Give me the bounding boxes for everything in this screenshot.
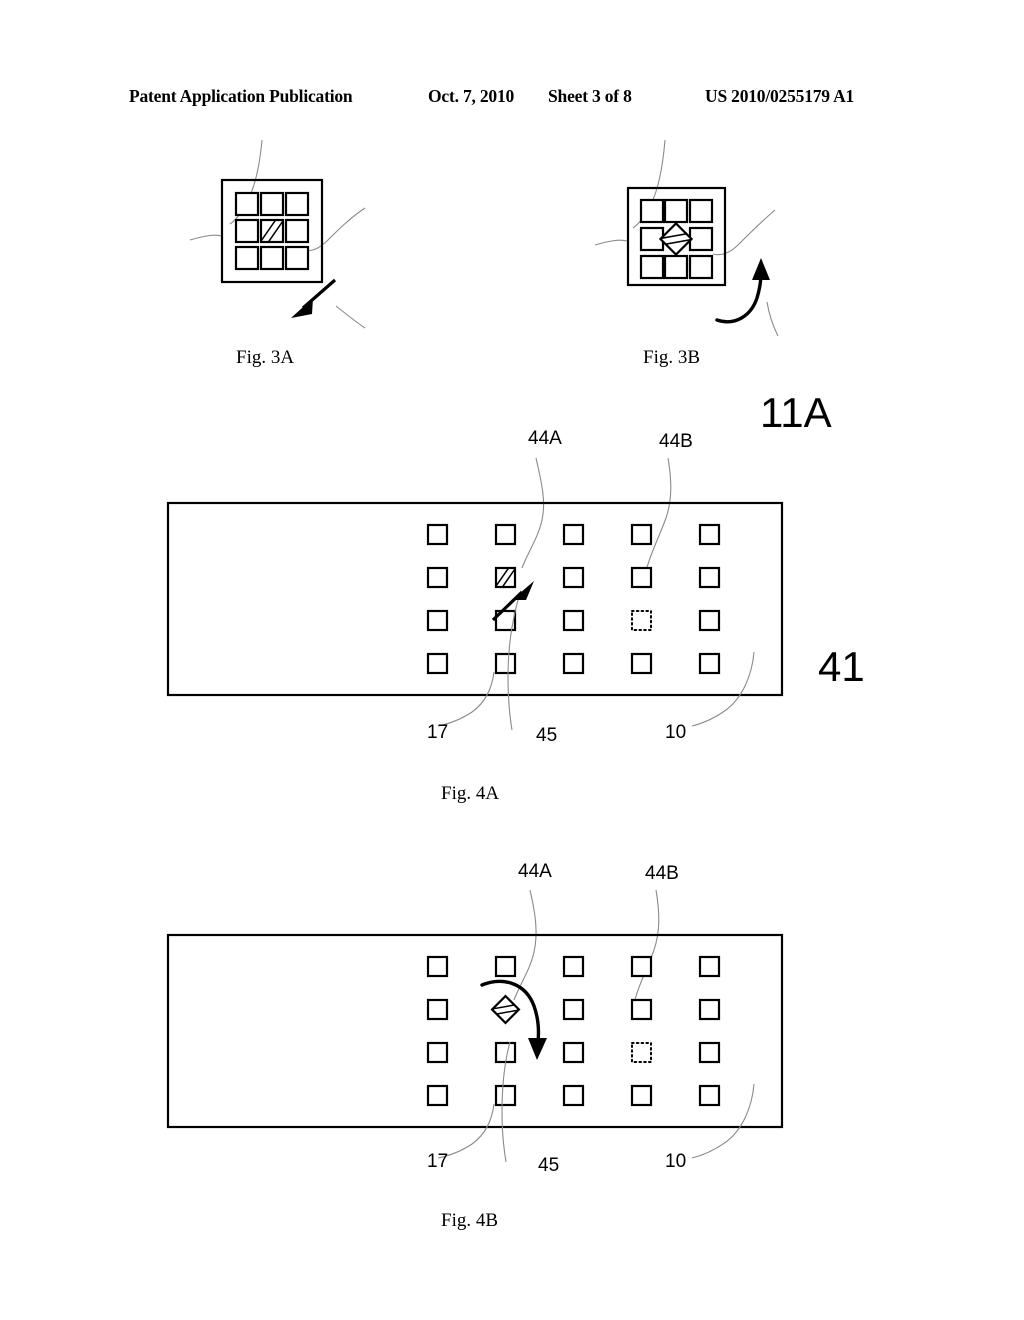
figure-4a-label-41: 41 <box>818 643 865 690</box>
fig3b-highlight-cell <box>658 221 694 257</box>
figure-4a-caption: Fig. 4A <box>441 783 500 804</box>
sheet-reference-11a: 11A <box>760 389 832 436</box>
sheet-header: Patent Application Publication Oct. 7, 2… <box>0 86 1024 112</box>
fig3a-arrow <box>291 278 337 318</box>
figure-4a-label-10: 10 <box>665 722 687 743</box>
figure-3b-caption: Fig. 3B <box>643 347 701 368</box>
figure-4a-vacant-cell <box>631 610 652 631</box>
figure-4a-label-45: 45 <box>536 725 558 746</box>
fig3a-highlight-cell <box>259 218 285 244</box>
header-sheet-number: Sheet 3 of 8 <box>548 86 632 106</box>
figure-3a-drawing <box>189 139 366 329</box>
figure-4a-label-17: 17 <box>427 722 449 743</box>
figure-4b-drawing <box>166 889 784 1163</box>
figure-3b-drawing <box>594 139 779 337</box>
patent-drawing-sheet: Patent Application Publication Oct. 7, 2… <box>0 0 1024 1320</box>
figure-4a-highlight-cell <box>494 566 517 589</box>
figure-4b-caption: Fig. 4B <box>441 1210 499 1231</box>
figure-4b-highlight-cell <box>490 994 521 1025</box>
figure-4b-label-10: 10 <box>665 1151 687 1172</box>
figure-3a-caption: Fig. 3A <box>236 347 295 368</box>
figure-4a-drawing <box>166 457 784 731</box>
figure-4b-label-17: 17 <box>427 1151 449 1172</box>
header-publication-title: Patent Application Publication <box>129 86 353 106</box>
figure-4b-label-45: 45 <box>538 1155 560 1176</box>
figure-4b-vacant-cell <box>631 1042 652 1063</box>
header-date: Oct. 7, 2010 <box>428 86 515 106</box>
header-patent-number: US 2010/0255179 A1 <box>705 86 855 106</box>
